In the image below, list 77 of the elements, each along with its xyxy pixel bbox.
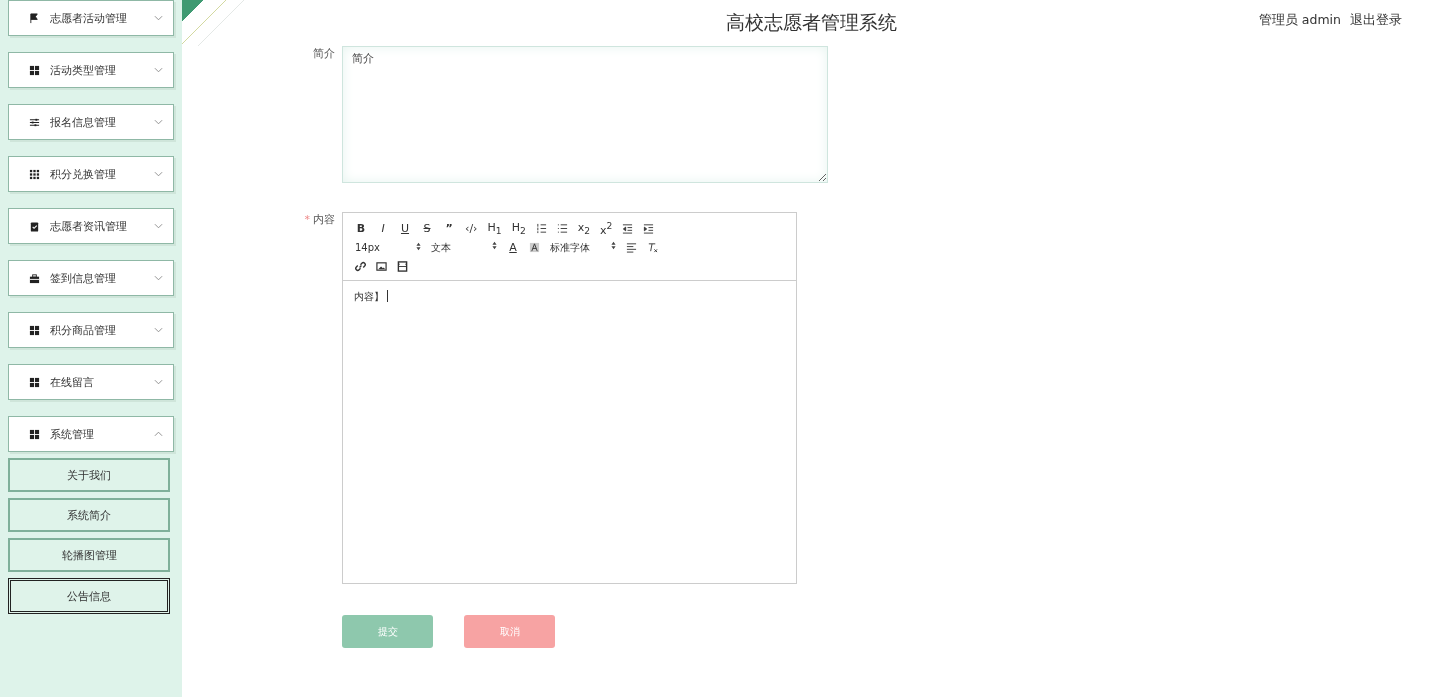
toolbar-button[interactable]: S [421,222,433,235]
menu-item[interactable]: 活动类型管理 [8,52,174,88]
flag-icon [29,12,40,24]
chevron-down-icon [154,15,163,21]
ordered-list-icon[interactable] [535,223,547,234]
clear-format-icon[interactable] [647,242,658,253]
logout-link[interactable]: 退出登录 [1350,12,1402,29]
menu-item[interactable]: 志愿者活动管理 [8,0,174,36]
updown-icon [492,240,497,250]
toolbar-button[interactable]: H$_{1}$ [487,220,502,237]
menu-item[interactable]: 报名信息管理 [8,104,174,140]
page-title: 高校志愿者管理系统 [725,10,897,35]
menu-item[interactable]: 签到信息管理 [8,260,174,296]
chevron-down-icon [154,119,163,125]
chevron-down-icon [154,379,163,385]
toolbar-button[interactable]: ” [443,222,455,235]
menu-label: 活动类型管理 [50,62,117,78]
film-icon[interactable] [397,261,408,272]
toolbar-button[interactable]: I [377,222,389,235]
sliders-icon [29,116,40,128]
menu-label: 签到信息管理 [50,270,117,286]
toolbar-select[interactable]: 文本 [431,240,497,255]
submenu-item[interactable]: 关于我们 [8,458,170,492]
summary-textarea[interactable]: 简介 [342,46,828,183]
menu-label: 积分商品管理 [50,322,117,338]
toolbar-select[interactable]: 14px [355,242,421,253]
field-label: 简介 [312,46,335,62]
submenu-item[interactable]: 公告信息 [8,578,170,614]
menu-item[interactable]: 系统管理 [8,416,174,452]
grid-icon [29,428,40,440]
chevron-down-icon [154,171,163,177]
field-label: * 内容 [303,212,335,228]
required-mark: * [304,213,310,226]
toolbar-button[interactable]: x$^{2}$ [600,220,613,237]
text-cursor [387,290,388,302]
submenu-item[interactable]: 轮播图管理 [8,538,170,572]
chevron-down-icon [154,275,163,281]
outdent-icon[interactable] [622,223,634,234]
clipboard-icon [29,220,40,232]
submenu-item[interactable]: 系统简介 [8,498,170,532]
menu-label: 在线留言 [50,374,95,390]
chevron-down-icon [154,67,163,73]
grid-icon [29,324,40,336]
menu-label: 报名信息管理 [50,114,117,130]
link-icon[interactable] [355,261,366,272]
chevron-down-icon [154,327,163,333]
menu-label: 积分兑换管理 [50,166,117,182]
menu-item[interactable]: 积分兑换管理 [8,156,174,192]
toolbar-button[interactable]: B [355,222,367,235]
editor-body[interactable]: 内容】 [343,281,796,583]
menu-item[interactable]: 志愿者资讯管理 [8,208,174,244]
chevron-up-icon [154,431,163,437]
indent-icon[interactable] [643,223,655,234]
editor-text: 内容】 [354,290,384,304]
menu-label: 志愿者活动管理 [50,10,128,26]
bullet-list-icon[interactable] [556,223,568,234]
updown-icon [611,240,616,250]
highlight-icon[interactable] [529,242,540,253]
briefcase-icon [29,272,40,284]
user-name: 管理员 admin [1258,12,1341,29]
toolbar-select[interactable]: 标准字体 [550,240,616,255]
toolbar-button[interactable]: ‹/› [465,222,478,235]
menu-label: 系统管理 [50,426,95,442]
menu-item[interactable]: 在线留言 [8,364,174,400]
menu-item[interactable]: 积分商品管理 [8,312,174,348]
toolbar-button[interactable]: x$_{2}$ [577,220,591,237]
toolbar-button[interactable]: A [507,241,519,254]
toolbar-button[interactable]: H$_{2}$ [511,220,526,237]
chevron-down-icon [154,223,163,229]
toolbar-button[interactable]: U [399,222,411,235]
menu-label: 志愿者资讯管理 [50,218,128,234]
updown-icon [416,242,421,251]
grid-icon [29,64,40,76]
grid-icon [29,168,40,180]
grid-icon [29,376,40,388]
align-left-icon[interactable] [626,242,637,253]
image-icon[interactable] [376,261,387,272]
